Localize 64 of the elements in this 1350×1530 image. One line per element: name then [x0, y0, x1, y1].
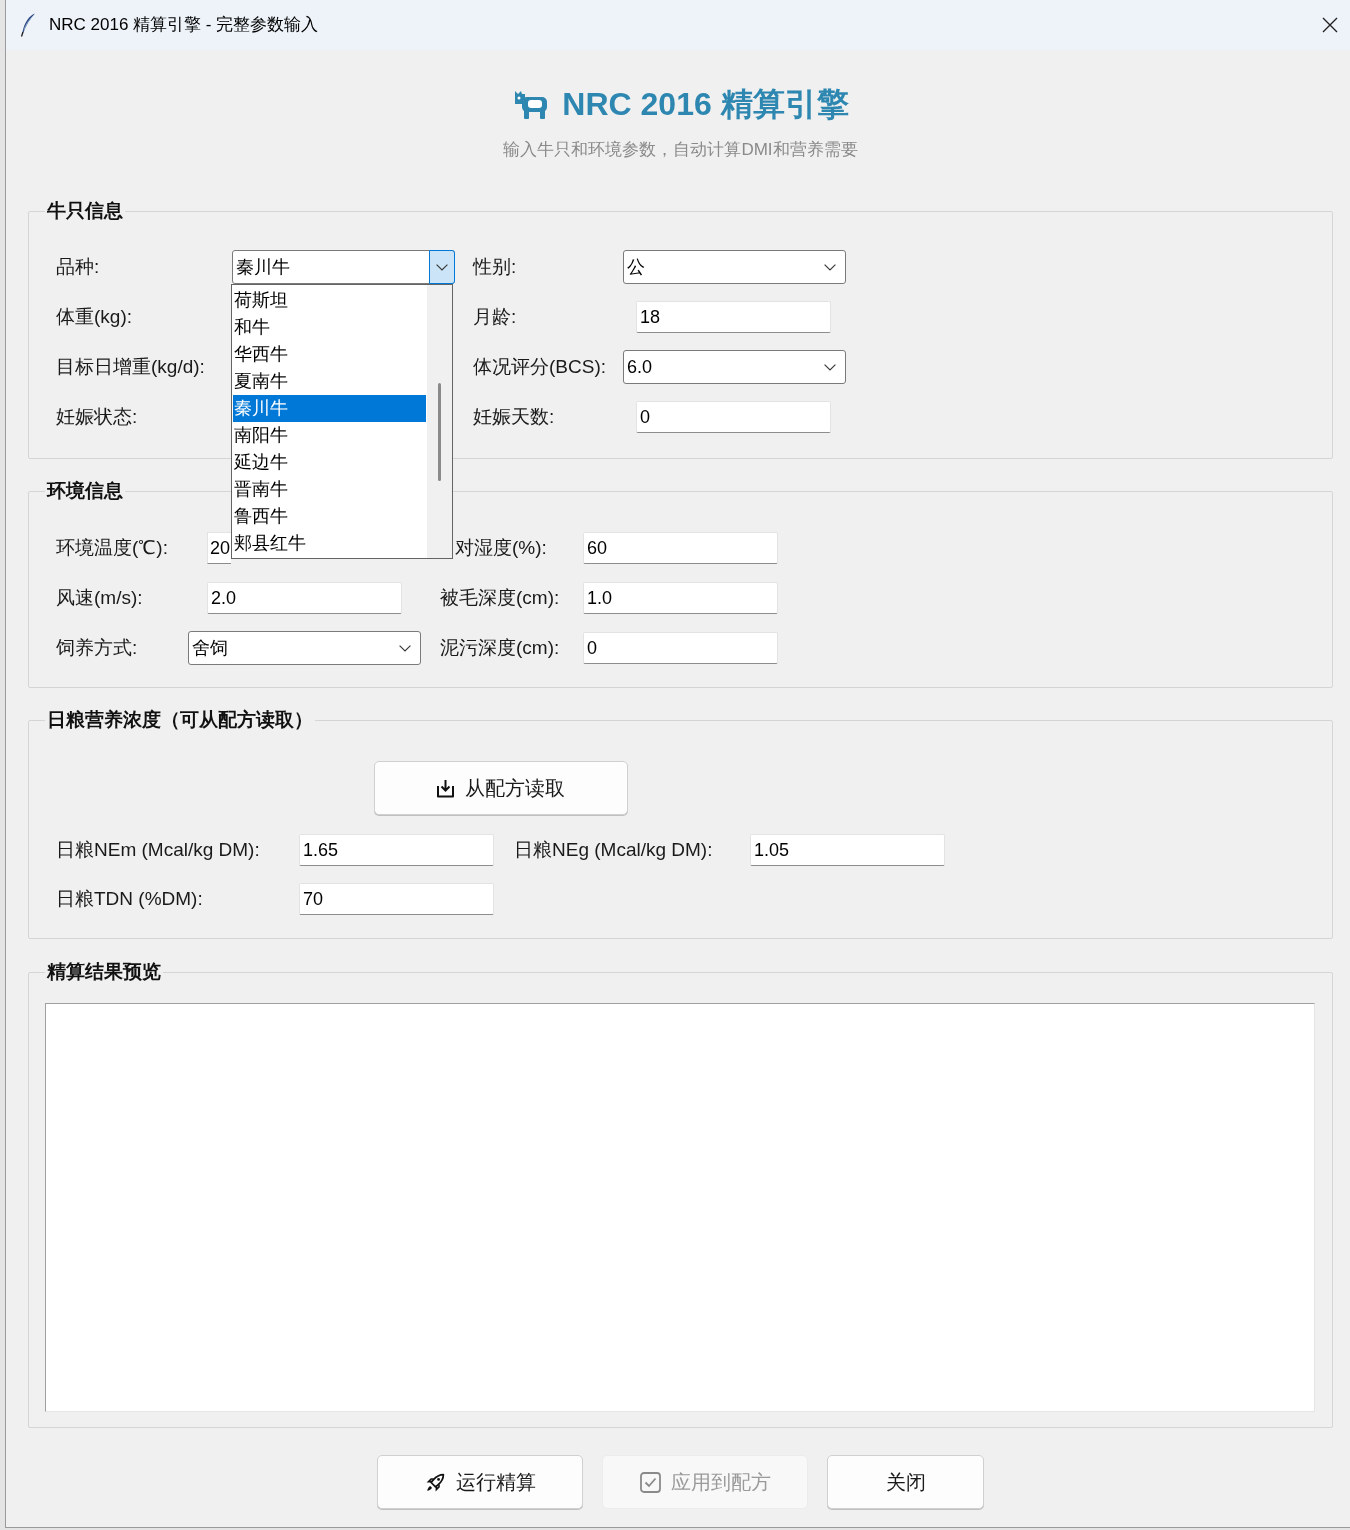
- dropdown-option[interactable]: 鲁西牛: [233, 503, 426, 530]
- field-label: 妊娠天数:: [473, 405, 555, 427]
- field-label: 目标日增重(kg/d):: [56, 355, 205, 377]
- text-field[interactable]: 1.05: [750, 834, 945, 866]
- cow-icon: [512, 88, 549, 120]
- check-square-icon: [639, 1471, 661, 1493]
- text-field[interactable]: 1.0: [583, 582, 778, 614]
- text-field[interactable]: 20: [207, 532, 231, 564]
- dropdown-option[interactable]: 华西牛: [233, 341, 426, 368]
- section-title: 环境信息: [45, 479, 124, 503]
- dropdown-arrow-button[interactable]: [429, 250, 455, 284]
- window-title: NRC 2016 精算引擎 - 完整参数输入: [49, 14, 319, 37]
- field-label: 月龄:: [473, 305, 517, 327]
- field-label: 被毛深度(cm):: [440, 586, 560, 608]
- rocket-icon: [424, 1471, 446, 1493]
- dropdown[interactable]: 舍饲: [188, 631, 421, 665]
- field-label: 泥污深度(cm):: [440, 636, 560, 658]
- field-label: 体况评分(BCS):: [473, 355, 606, 377]
- scrollbar-thumb[interactable]: [438, 383, 441, 481]
- action-button[interactable]: 关闭: [827, 1455, 984, 1509]
- read-from-formula-button[interactable]: 从配方读取: [373, 761, 628, 815]
- text-field[interactable]: 0: [583, 632, 778, 664]
- text-field[interactable]: 0: [636, 401, 831, 433]
- dropdown[interactable]: 6.0: [623, 350, 846, 384]
- text-field[interactable]: 2.0: [207, 582, 402, 614]
- chevron-down-icon: [824, 363, 836, 371]
- text-field[interactable]: 1.65: [299, 834, 494, 866]
- field-label: 日粮NEg (Mcal/kg DM):: [514, 838, 713, 860]
- section-title: 精算结果预览: [45, 960, 162, 984]
- dropdown-option[interactable]: 荷斯坦: [233, 287, 426, 314]
- field-label: 日粮TDN (%DM):: [56, 887, 203, 909]
- close-button[interactable]: [1320, 15, 1340, 35]
- close-icon: [1322, 17, 1338, 33]
- dropdown[interactable]: 秦川牛: [232, 250, 455, 284]
- section-title: 日粮营养浓度（可从配方读取）: [46, 708, 314, 732]
- field-label: 环境温度(℃):: [56, 536, 168, 558]
- dropdown-option[interactable]: 晋南牛: [233, 476, 426, 503]
- dropdown[interactable]: 公: [623, 250, 846, 284]
- chevron-down-icon: [399, 644, 411, 652]
- tray-arrow-icon: [436, 778, 455, 798]
- action-button[interactable]: 运行精算: [377, 1455, 583, 1509]
- dropdown-option[interactable]: 郏县红牛: [233, 530, 426, 557]
- field-label: 饲养方式:: [56, 636, 138, 658]
- field-label: 品种:: [56, 255, 100, 277]
- field-label: 性别:: [473, 255, 517, 277]
- dropdown-option[interactable]: 夏南牛: [233, 368, 426, 395]
- field-label: 日粮NEm (Mcal/kg DM):: [56, 838, 260, 860]
- field-label: 对湿度(%):: [455, 536, 547, 558]
- dropdown-option[interactable]: 南阳牛: [233, 422, 426, 449]
- app-subtitle: 输入牛只和环境参数，自动计算DMI和营养需要: [503, 139, 858, 161]
- text-field[interactable]: 18: [636, 301, 831, 333]
- section-title: 牛只信息: [46, 199, 124, 223]
- chevron-down-icon: [824, 263, 836, 271]
- chevron-down-icon: [436, 263, 448, 271]
- app-title: NRC 2016 精算引擎: [562, 85, 849, 124]
- dropdown-option[interactable]: 和牛: [233, 314, 426, 341]
- feather-icon: [20, 13, 36, 37]
- field-label: 妊娠状态:: [56, 405, 138, 427]
- text-field[interactable]: 60: [583, 532, 778, 564]
- dropdown-option[interactable]: 延边牛: [233, 449, 426, 476]
- field-label: 体重(kg):: [56, 305, 132, 327]
- dropdown-option[interactable]: 秦川牛: [233, 395, 426, 422]
- field-label: 风速(m/s):: [56, 586, 143, 608]
- text-field[interactable]: 70: [299, 883, 494, 915]
